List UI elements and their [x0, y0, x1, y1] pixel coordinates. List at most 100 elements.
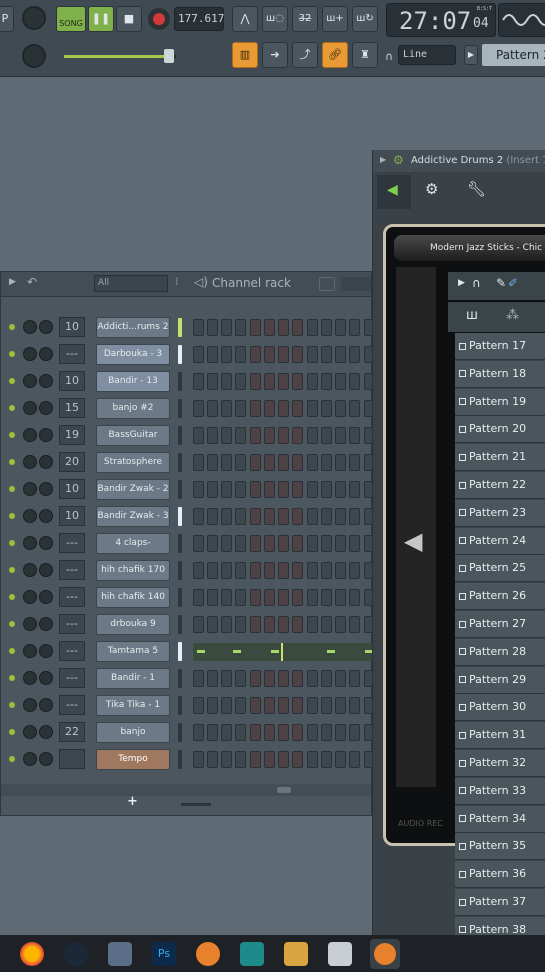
step-button[interactable] [221, 454, 232, 471]
channel-pan-knob[interactable] [23, 401, 37, 415]
mixer-track-number[interactable]: 15 [59, 398, 85, 418]
pattern-list-item[interactable]: Pattern 35 [455, 833, 545, 861]
mixer-track-number[interactable]: 22 [59, 722, 85, 742]
channel-mute-led[interactable] [9, 756, 15, 762]
channel-volume-knob[interactable] [39, 752, 53, 766]
channel-row[interactable]: --- hih chafik 170 [1, 557, 373, 584]
channel-mute-led[interactable] [9, 378, 15, 384]
step-button[interactable] [235, 508, 246, 525]
step-button[interactable] [349, 589, 360, 606]
step-button[interactable] [221, 697, 232, 714]
step-button[interactable] [221, 751, 232, 768]
channel-select-indicator[interactable] [178, 534, 182, 553]
channel-pan-knob[interactable] [23, 752, 37, 766]
app-icon[interactable] [108, 942, 132, 966]
channel-pan-knob[interactable] [23, 428, 37, 442]
step-button[interactable] [349, 562, 360, 579]
step-button[interactable] [321, 319, 332, 336]
step-button[interactable] [264, 535, 275, 552]
channel-mute-led[interactable] [9, 513, 15, 519]
step-button[interactable] [207, 481, 218, 498]
channel-mute-led[interactable] [9, 459, 15, 465]
pattern-list-item[interactable]: Pattern 22 [455, 472, 545, 499]
plugin-settings-icon[interactable]: ⚙ [425, 180, 438, 198]
snap-select[interactable]: Line [398, 45, 456, 65]
pattern-list-item[interactable]: Pattern 25 [455, 555, 545, 583]
channel-mute-led[interactable] [9, 702, 15, 708]
step-button[interactable] [335, 724, 346, 741]
channel-name-button[interactable]: Bandir - 13 [96, 371, 170, 392]
step-button[interactable] [321, 697, 332, 714]
step-button[interactable] [264, 454, 275, 471]
step-button[interactable] [235, 535, 246, 552]
step-edit-button[interactable]: ➔ [262, 42, 288, 68]
step-button[interactable] [235, 589, 246, 606]
step-button[interactable] [349, 535, 360, 552]
pattern-list-item[interactable]: Pattern 33 [455, 777, 545, 805]
channel-row[interactable]: 10 Bandir Zwak - 3 [1, 503, 373, 530]
step-button[interactable] [221, 724, 232, 741]
channel-pan-knob[interactable] [23, 617, 37, 631]
channel-row[interactable]: 10 Addicti...rums 2 [1, 314, 373, 341]
step-button[interactable] [321, 373, 332, 390]
channel-volume-knob[interactable] [39, 401, 53, 415]
step-button[interactable] [307, 535, 318, 552]
channel-name-button[interactable]: Bandir - 1 [96, 668, 170, 689]
channel-volume-knob[interactable] [39, 644, 53, 658]
pattern-list-item[interactable]: Pattern 29 [455, 666, 545, 694]
channel-name-button[interactable]: Addicti...rums 2 [96, 317, 170, 338]
step-button[interactable] [278, 400, 289, 417]
channel-pan-knob[interactable] [23, 725, 37, 739]
mixer-track-number[interactable]: --- [59, 533, 85, 553]
channel-pan-knob[interactable] [23, 671, 37, 685]
step-button[interactable] [335, 319, 346, 336]
channel-pan-knob[interactable] [23, 698, 37, 712]
step-button[interactable] [207, 670, 218, 687]
step-button[interactable] [278, 697, 289, 714]
step-button[interactable] [278, 373, 289, 390]
step-button[interactable] [307, 670, 318, 687]
channel-mute-led[interactable] [9, 486, 15, 492]
step-button[interactable] [250, 508, 261, 525]
pattern-list-item[interactable]: Pattern 17 [455, 333, 545, 360]
mixer-track-number[interactable]: 20 [59, 452, 85, 472]
step-button[interactable] [335, 670, 346, 687]
channel-select-indicator[interactable] [178, 615, 182, 634]
step-button[interactable] [221, 346, 232, 363]
step-button[interactable] [321, 589, 332, 606]
loop-record-button[interactable]: ш↻ [352, 6, 378, 32]
step-button[interactable] [250, 697, 261, 714]
channel-mute-led[interactable] [9, 648, 15, 654]
channel-row[interactable]: --- 4 claps- [1, 530, 373, 557]
step-button[interactable] [307, 400, 318, 417]
step-button[interactable] [221, 481, 232, 498]
step-button[interactable] [292, 724, 303, 741]
mixer-track-number[interactable] [59, 749, 85, 769]
piano-roll-note[interactable] [233, 650, 241, 653]
step-button[interactable] [264, 427, 275, 444]
step-button[interactable] [193, 400, 204, 417]
step-button[interactable] [250, 616, 261, 633]
slider-handle[interactable] [164, 49, 174, 63]
step-button[interactable] [221, 670, 232, 687]
step-button[interactable] [349, 616, 360, 633]
channel-volume-knob[interactable] [39, 563, 53, 577]
channel-mute-led[interactable] [9, 567, 15, 573]
step-button[interactable] [235, 319, 246, 336]
channel-volume-knob[interactable] [39, 455, 53, 469]
channel-pan-knob[interactable] [23, 347, 37, 361]
channel-mute-led[interactable] [9, 621, 15, 627]
channel-volume-knob[interactable] [39, 617, 53, 631]
channel-row[interactable]: --- Bandir - 1 [1, 665, 373, 692]
step-button[interactable] [250, 724, 261, 741]
pattern-tab-icon[interactable]: ш [466, 308, 478, 323]
step-button[interactable] [264, 481, 275, 498]
triangle-left-icon[interactable]: ◀ [404, 527, 422, 555]
channel-select-indicator[interactable] [178, 561, 182, 580]
step-button[interactable] [278, 724, 289, 741]
channel-name-button[interactable]: BassGuitar [96, 425, 170, 446]
channel-row[interactable]: 19 BassGuitar [1, 422, 373, 449]
step-button[interactable] [292, 508, 303, 525]
step-button[interactable] [207, 751, 218, 768]
step-button[interactable] [193, 481, 204, 498]
